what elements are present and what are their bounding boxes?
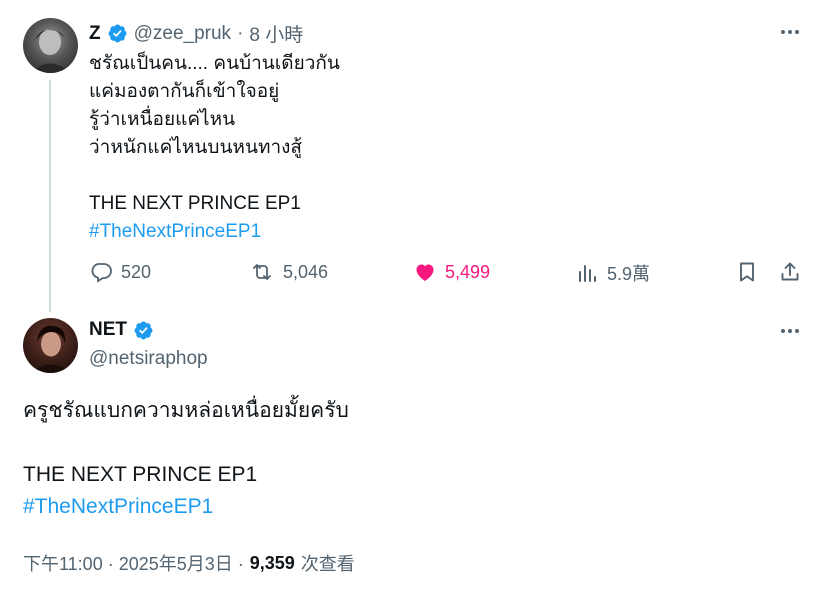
thread-line	[49, 80, 51, 312]
author-name[interactable]: Z	[89, 23, 101, 45]
hashtag-link[interactable]: #TheNextPrinceEP1	[23, 491, 803, 523]
more-icon[interactable]	[778, 319, 802, 348]
reply-count: 520	[121, 261, 152, 282]
share-icon[interactable]	[778, 260, 802, 284]
like-button[interactable]: 5,499	[413, 260, 490, 284]
views-button[interactable]: 5.9萬	[575, 260, 650, 286]
view-count: 9,359	[249, 552, 295, 573]
reply-icon	[89, 260, 113, 284]
tweet-line: ว่าหนักแค่ไหนบนหนทางสู้	[89, 137, 303, 158]
author-handle[interactable]: @zee_pruk	[134, 23, 231, 45]
tweet-header: NET	[89, 319, 154, 341]
reply-button[interactable]: 520	[89, 260, 151, 284]
tweet-line: ชรัณเป็นคน.... คนบ้านเดียวกัน	[89, 53, 340, 74]
tweet-text: ครูชรัณแบกความหล่อเหนื่อยมั้ยครับ	[23, 399, 349, 422]
tweet-body: ชรัณเป็นคน.... คนบ้านเดียวกัน แค่มองตากั…	[89, 50, 769, 246]
repost-button[interactable]: 5,046	[249, 260, 328, 284]
tweet-time[interactable]: 8 小時	[249, 20, 303, 47]
avatar-net[interactable]	[23, 318, 78, 373]
tweet-line: รู้ว่าเหนื่อยแค่ไหน	[89, 109, 236, 130]
views-count: 5.9萬	[607, 264, 651, 284]
repost-count: 5,046	[283, 261, 329, 282]
view-count-label: 次查看	[300, 554, 355, 574]
tweet-body: ครูชรัณแบกความหล่อเหนื่อยมั้ยครับ THE NE…	[23, 395, 803, 523]
tweet-title-line: THE NEXT PRINCE EP1	[23, 463, 258, 486]
views-icon	[575, 261, 599, 285]
repost-icon	[249, 260, 275, 284]
like-count: 5,499	[445, 261, 491, 282]
tweet-timestamp[interactable]: 下午11:00 · 2025年5月3日 ·	[23, 550, 244, 576]
tweet-footer: 下午11:00 · 2025年5月3日 · 9,359 次查看	[23, 550, 355, 576]
separator: ·	[237, 22, 244, 44]
like-icon	[413, 260, 437, 284]
tweet-title-line: THE NEXT PRINCE EP1	[89, 193, 301, 214]
author-handle[interactable]: @netsiraphop	[89, 348, 208, 370]
author-name[interactable]: NET	[89, 319, 127, 341]
tweet-header: Z @zee_pruk · 8 小時	[89, 20, 303, 47]
avatar-z[interactable]	[23, 18, 78, 73]
bookmark-icon[interactable]	[735, 260, 759, 284]
verified-badge-icon	[133, 320, 154, 341]
hashtag-link[interactable]: #TheNextPrinceEP1	[89, 218, 769, 246]
more-icon[interactable]	[778, 20, 802, 49]
tweet-line: แค่มองตากันก็เข้าใจอยู่	[89, 81, 280, 102]
verified-badge-icon	[107, 23, 128, 44]
